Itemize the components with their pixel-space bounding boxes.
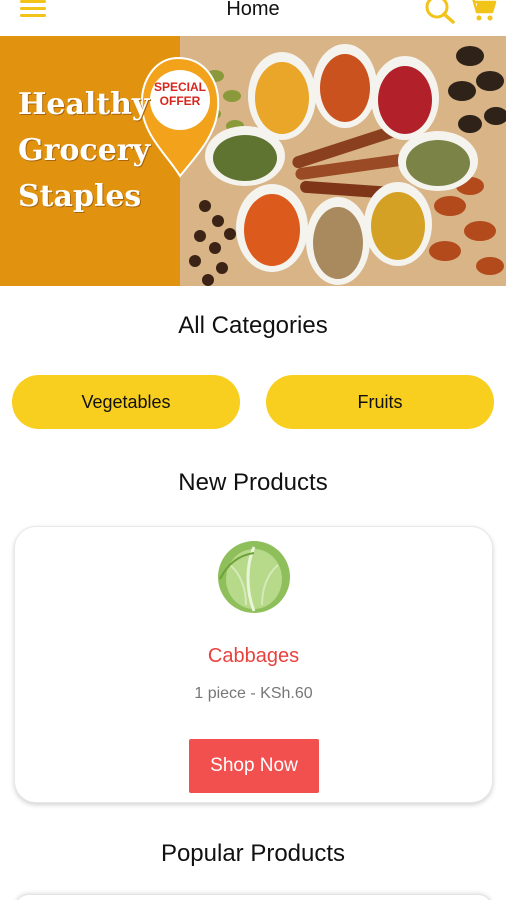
badge-line: SPECIAL	[153, 80, 206, 94]
cart-icon[interactable]	[466, 0, 498, 24]
search-icon[interactable]	[424, 0, 456, 24]
cabbage-image	[216, 535, 292, 615]
category-button-vegetables[interactable]: Vegetables	[12, 375, 240, 429]
top-app-bar: Home	[0, 0, 506, 36]
categories-heading: All Categories	[178, 312, 328, 339]
shop-now-button[interactable]: Shop Now	[189, 739, 319, 793]
category-button-fruits[interactable]: Fruits	[266, 375, 494, 429]
new-products-heading: New Products	[178, 469, 328, 496]
banner-headline-line: Grocery	[18, 133, 151, 168]
banner-headline: Healthy Grocery Staples	[18, 82, 150, 220]
badge-line: OFFER	[159, 94, 201, 108]
product-price: 1 piece - KSh.60	[194, 685, 313, 702]
special-offer-text: SPECIAL OFFER	[148, 80, 212, 108]
popular-product-card[interactable]	[14, 894, 493, 900]
popular-products-heading: Popular Products	[160, 840, 346, 867]
promo-banner[interactable]: Healthy Grocery Staples SPECIAL OFFER	[0, 36, 506, 286]
banner-headline-line: Staples	[18, 179, 142, 214]
product-card[interactable]: Cabbages 1 piece - KSh.60 Shop Now	[14, 526, 493, 803]
product-name[interactable]: Cabbages	[15, 645, 492, 668]
banner-headline-line: Healthy	[18, 87, 150, 122]
